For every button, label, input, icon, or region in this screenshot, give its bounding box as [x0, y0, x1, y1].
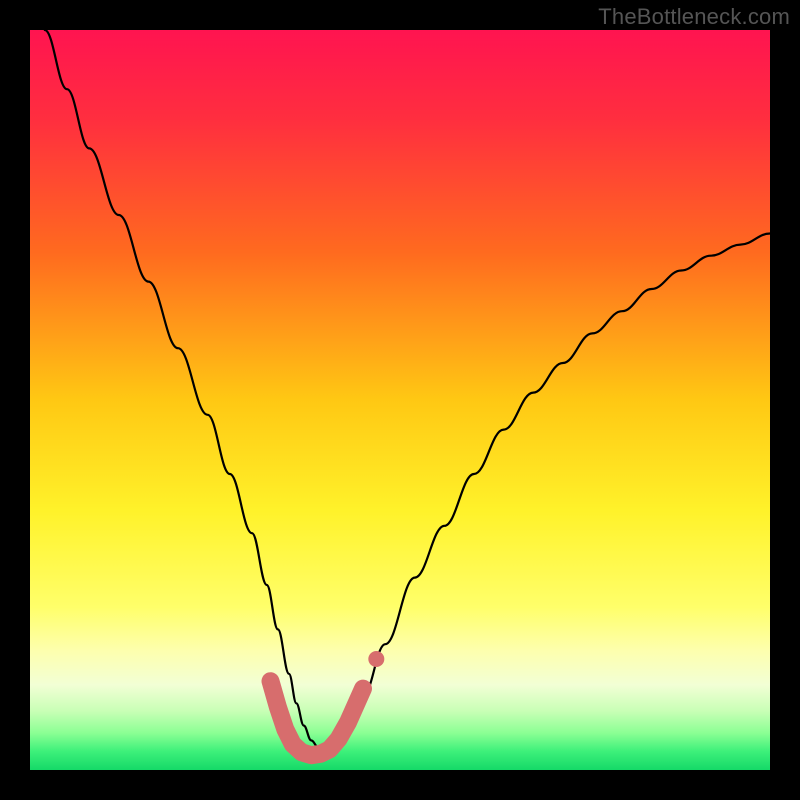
gradient-background: [30, 30, 770, 770]
sweet-spot-outlier-point: [368, 651, 384, 667]
chart-frame: TheBottleneck.com: [0, 0, 800, 800]
watermark-text: TheBottleneck.com: [598, 4, 790, 30]
bottleneck-chart: [30, 30, 770, 770]
